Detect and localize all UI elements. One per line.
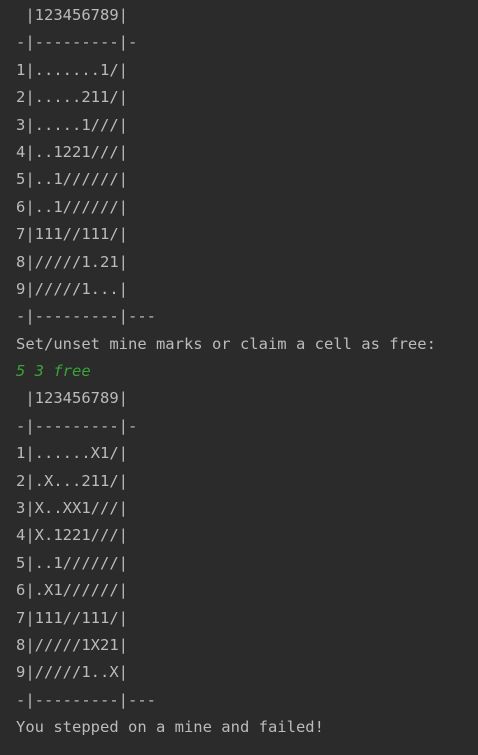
board-row-2: 2|.....211/| (16, 88, 128, 107)
board-row-7: 7|111//111/| (16, 608, 128, 627)
board-row-4: 4|X.1221///| (16, 526, 128, 545)
board-column-header: |123456789| (16, 389, 128, 408)
board-row-6: 6|.X1//////| (16, 581, 128, 600)
board-row-7: 7|111//111/| (16, 225, 128, 244)
board-bottom-border: -|---------|--- (16, 690, 156, 709)
board-row-9: 9|/////1...| (16, 279, 128, 298)
board-row-3: 3|.....1///| (16, 115, 128, 134)
input-prompt: Set/unset mine marks or claim a cell as … (16, 334, 436, 353)
console-output[interactable]: |123456789| -|---------|- 1|.......1/| 2… (16, 2, 474, 742)
board-row-8: 8|/////1X21| (16, 635, 128, 654)
board-column-header: |123456789| (16, 6, 128, 24)
board-row-4: 4|..1221///| (16, 142, 128, 161)
board-top-border: -|---------|- (16, 33, 138, 52)
board-row-5: 5|..1//////| (16, 553, 128, 572)
board-row-1: 1|......X1/| (16, 444, 128, 463)
board-row-2: 2|.X...211/| (16, 471, 128, 490)
board-row-5: 5|..1//////| (16, 170, 128, 189)
board-top-border: -|---------|- (16, 416, 138, 435)
board-row-3: 3|X..XX1///| (16, 499, 128, 518)
board-bottom-border: -|---------|--- (16, 307, 156, 326)
board-row-1: 1|.......1/| (16, 60, 128, 79)
board-row-6: 6|..1//////| (16, 197, 128, 216)
game-over-message: You stepped on a mine and failed! (16, 718, 324, 737)
board-row-9: 9|/////1..X| (16, 663, 128, 682)
user-input-line: 5 3 free (16, 362, 91, 381)
board-row-8: 8|/////1.21| (16, 252, 128, 271)
